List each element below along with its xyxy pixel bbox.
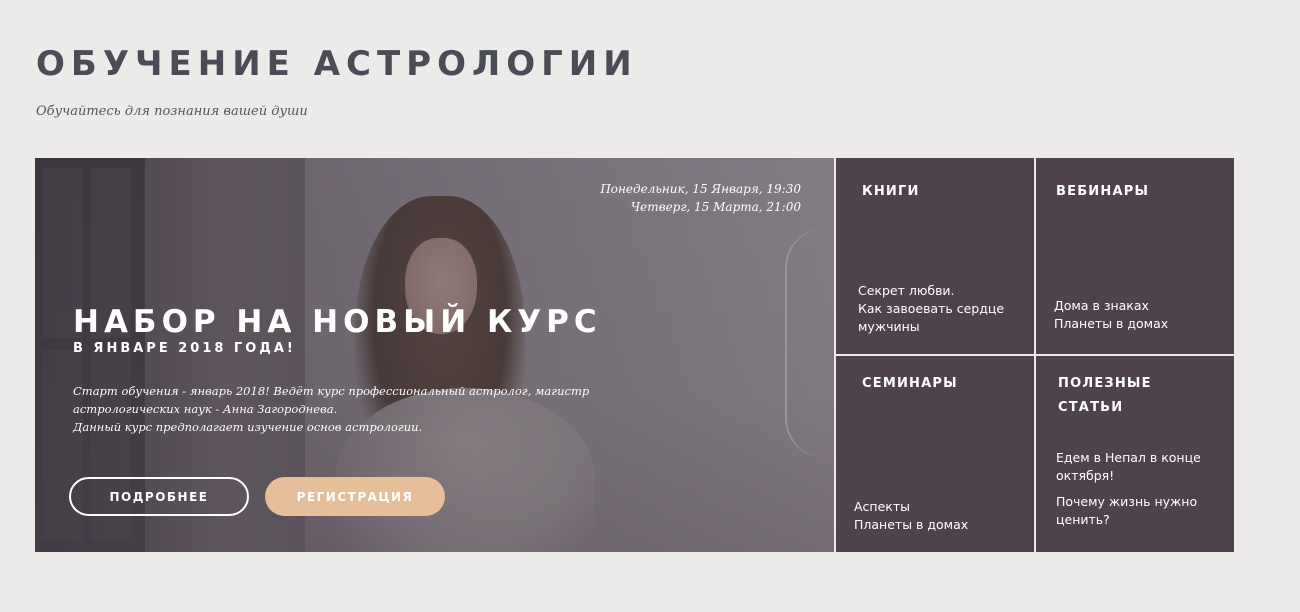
hero-description-line: Старт обучения - январь 2018! Ведёт курс…: [73, 384, 590, 398]
tile-list: Секрет любви. Как завоевать сердце мужчи…: [858, 282, 1004, 336]
tile-seminars[interactable]: СЕМИНАРЫ Аспекты Планеты в домах: [836, 356, 1034, 552]
tile-link[interactable]: Секрет любви.: [858, 282, 1004, 300]
tile-link[interactable]: мужчины: [858, 318, 1004, 336]
page-subtitle: Обучайтесь для познания вашей души: [36, 104, 308, 119]
hero-description-line: астрологических наук - Анна Загороднева.: [73, 402, 338, 416]
tile-title: ВЕБИНАРЫ: [1056, 184, 1150, 199]
tile-webinars[interactable]: ВЕБИНАРЫ Дома в знаках Планеты в домах: [1036, 158, 1234, 354]
tile-title: ПОЛЕЗНЫЕ СТАТЬИ: [1058, 372, 1152, 420]
tile-title: КНИГИ: [862, 184, 920, 199]
hero-description-line: Данный курс предполагает изучение основ …: [73, 420, 423, 434]
tile-articles[interactable]: ПОЛЕЗНЫЕ СТАТЬИ Едем в Непал в конце окт…: [1036, 356, 1234, 552]
tile-link[interactable]: Как завоевать сердце: [858, 300, 1004, 318]
article-link-line[interactable]: октября!: [1056, 467, 1201, 485]
tile-title-line: СТАТЬИ: [1058, 400, 1124, 415]
tile-books[interactable]: КНИГИ Секрет любви. Как завоевать сердце…: [836, 158, 1034, 354]
hero-subheadline: В ЯНВАРЕ 2018 ГОДА!: [73, 341, 296, 356]
hero-schedule: Понедельник, 15 Января, 19:30 Четверг, 1…: [600, 180, 801, 216]
hero-headline: НАБОР НА НОВЫЙ КУРС: [73, 304, 602, 340]
hero-banner: Понедельник, 15 Января, 19:30 Четверг, 1…: [35, 158, 834, 552]
tile-list: Дома в знаках Планеты в домах: [1054, 297, 1168, 333]
page-title: ОБУЧЕНИЕ АСТРОЛОГИИ: [36, 44, 638, 84]
tile-link[interactable]: Дома в знаках: [1054, 297, 1168, 315]
tile-link[interactable]: Планеты в домах: [854, 516, 968, 534]
tile-link[interactable]: Аспекты: [854, 498, 968, 516]
schedule-date: Понедельник, 15 Января, 19:30: [600, 182, 801, 196]
article-link-line[interactable]: ценить?: [1056, 511, 1201, 529]
schedule-date: Четверг, 15 Марта, 21:00: [630, 200, 801, 214]
tile-list: Едем в Непал в конце октября! Почему жиз…: [1056, 449, 1201, 529]
tile-link[interactable]: Планеты в домах: [1054, 315, 1168, 333]
page: ОБУЧЕНИЕ АСТРОЛОГИИ Обучайтесь для позна…: [0, 0, 1300, 612]
more-button[interactable]: ПОДРОБНЕЕ: [69, 477, 249, 516]
article-link-line[interactable]: Едем в Непал в конце: [1056, 449, 1201, 467]
article-link-line[interactable]: Почему жизнь нужно: [1056, 493, 1201, 511]
register-button[interactable]: РЕГИСТРАЦИЯ: [265, 477, 445, 516]
tile-list: Аспекты Планеты в домах: [854, 498, 968, 534]
tile-title: СЕМИНАРЫ: [862, 376, 958, 391]
tile-title-line: ПОЛЕЗНЫЕ: [1058, 376, 1152, 391]
hero-description: Старт обучения - январь 2018! Ведёт курс…: [73, 382, 590, 436]
